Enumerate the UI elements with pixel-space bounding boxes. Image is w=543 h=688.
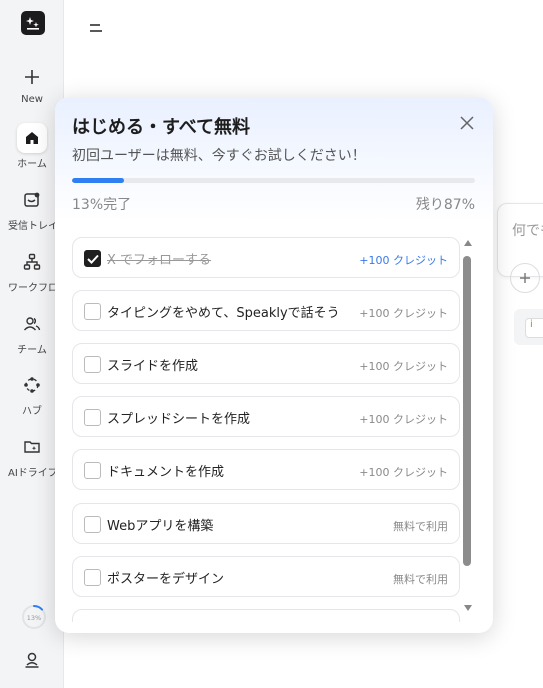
task-item-partial[interactable] — [72, 609, 460, 622]
hub-icon — [17, 370, 47, 400]
task-reward: +100 クレジット — [359, 466, 448, 479]
task-checkbox[interactable] — [84, 356, 101, 373]
plus-icon — [520, 273, 530, 283]
task-label: スプレッドシートを作成 — [107, 412, 251, 427]
progress-bar — [72, 178, 475, 183]
task-label: X でフォローする — [107, 253, 212, 268]
task-list[interactable]: X でフォローする +100 クレジット タイピングをやめて、Speaklyで話… — [72, 237, 460, 622]
plus-icon — [17, 62, 47, 92]
onboarding-panel: はじめる・すべて無料 初回ユーザーは無料、今すぐお試しください！ 13%完了 残… — [55, 97, 493, 633]
menu-icon — [90, 24, 102, 32]
task-label: タイピングをやめて、Speaklyで話そう — [107, 306, 340, 321]
task-checkbox[interactable] — [84, 569, 101, 586]
task-item-spreadsheet[interactable]: スプレッドシートを作成 +100 クレジット — [72, 396, 460, 437]
panel-subtitle: 初回ユーザーは無料、今すぐお試しください！ — [72, 148, 366, 164]
task-label: スライドを作成 — [107, 359, 199, 374]
task-item-slides[interactable]: スライドを作成 +100 クレジット — [72, 343, 460, 384]
task-checkbox[interactable] — [84, 303, 101, 320]
team-icon — [17, 309, 47, 339]
task-checkbox[interactable] — [84, 516, 101, 533]
progress-completed-text: 13%完了 — [72, 197, 132, 213]
close-button[interactable] — [457, 113, 477, 133]
user-account-button[interactable] — [23, 651, 41, 673]
sparkle-logo-icon — [26, 17, 39, 30]
user-icon — [25, 652, 39, 668]
task-item-follow-x[interactable]: X でフォローする +100 クレジット — [72, 237, 460, 278]
background-tab[interactable]: i — [514, 309, 543, 345]
task-label: ドキュメントを作成 — [107, 465, 225, 480]
progress-bar-fill — [72, 178, 125, 183]
background-tab-chip: i — [525, 318, 543, 338]
home-icon — [17, 123, 47, 153]
menu-button[interactable] — [88, 20, 104, 39]
scroll-up-arrow-icon[interactable] — [464, 240, 472, 246]
task-label: Webアプリを構築 — [107, 519, 214, 534]
prompt-input-placeholder: 何でも — [512, 223, 543, 239]
task-reward: +100 クレジット — [359, 254, 448, 267]
workflow-icon — [17, 247, 47, 277]
task-checkbox[interactable] — [84, 462, 101, 479]
task-reward: +100 クレジット — [359, 360, 448, 373]
scrollbar-thumb[interactable] — [463, 256, 471, 566]
app-logo[interactable] — [21, 11, 45, 35]
task-reward: 無料で利用 — [393, 520, 448, 533]
task-item-speakly[interactable]: タイピングをやめて、Speaklyで話そう +100 クレジット — [72, 290, 460, 331]
task-reward: +100 クレジット — [359, 307, 448, 320]
prompt-input-card[interactable]: 何でも — [497, 203, 543, 293]
progress-ring-label: 13% — [27, 614, 41, 622]
task-item-poster[interactable]: ポスターをデザイン 無料で利用 — [72, 556, 460, 597]
task-item-webapp[interactable]: Webアプリを構築 無料で利用 — [72, 503, 460, 544]
task-label: ポスターをデザイン — [107, 572, 225, 587]
task-item-document[interactable]: ドキュメントを作成 +100 クレジット — [72, 449, 460, 490]
check-icon — [87, 254, 99, 264]
inbox-icon — [17, 185, 47, 215]
credit-progress-ring[interactable]: 13% — [20, 603, 48, 631]
scroll-down-arrow-icon[interactable] — [464, 605, 472, 611]
task-checkbox[interactable] — [84, 250, 101, 267]
folder-icon — [17, 432, 47, 462]
add-attachment-button[interactable] — [510, 263, 540, 293]
task-checkbox[interactable] — [84, 409, 101, 426]
close-icon — [460, 116, 474, 130]
task-reward: +100 クレジット — [359, 413, 448, 426]
task-list-scrollbar[interactable] — [463, 239, 472, 611]
progress-remaining-text: 残り87% — [415, 197, 475, 213]
panel-title: はじめる・すべて無料 — [72, 117, 251, 138]
task-reward: 無料で利用 — [393, 573, 448, 586]
